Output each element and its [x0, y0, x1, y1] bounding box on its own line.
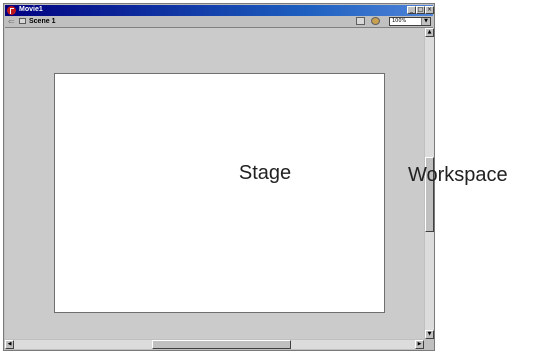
title-bar[interactable]: Movie1 _ □ × — [5, 5, 434, 16]
scroll-up-button[interactable]: ▲ — [425, 28, 434, 37]
stage-label: Stage — [175, 140, 355, 206]
zoom-value: 100% — [392, 18, 407, 24]
scene-icon — [19, 18, 26, 24]
edit-bar: ⇐ Scene 1 100% ▼ — [5, 16, 433, 28]
horizontal-scroll-thumb[interactable] — [152, 340, 291, 349]
minimize-button[interactable]: _ — [407, 6, 416, 14]
flash-app-icon — [7, 6, 16, 15]
chevron-down-icon[interactable]: ▼ — [421, 18, 430, 25]
resize-grip[interactable] — [425, 340, 434, 349]
horizontal-scrollbar[interactable]: ◀ ▶ — [5, 340, 424, 349]
scroll-right-button[interactable]: ▶ — [415, 340, 424, 349]
scroll-down-button[interactable]: ▼ — [425, 330, 434, 339]
scene-label[interactable]: Scene 1 — [29, 16, 55, 27]
workspace-label: Workspace — [408, 164, 508, 186]
close-button[interactable]: × — [425, 6, 434, 14]
maximize-button[interactable]: □ — [416, 6, 425, 14]
movie-window: Movie1 _ □ × ⇐ Scene 1 100% ▼ Stage ▲ ▼ … — [3, 3, 435, 351]
edit-symbol-icon[interactable] — [371, 17, 380, 25]
scroll-left-button[interactable]: ◀ — [5, 340, 14, 349]
stage[interactable]: Stage — [54, 73, 385, 313]
zoom-select[interactable]: 100% ▼ — [389, 17, 431, 26]
back-arrow-icon[interactable]: ⇐ — [8, 16, 15, 27]
window-title: Movie1 — [19, 6, 43, 13]
workspace-area[interactable]: Stage — [5, 28, 424, 339]
edit-scene-icon[interactable] — [356, 17, 365, 25]
